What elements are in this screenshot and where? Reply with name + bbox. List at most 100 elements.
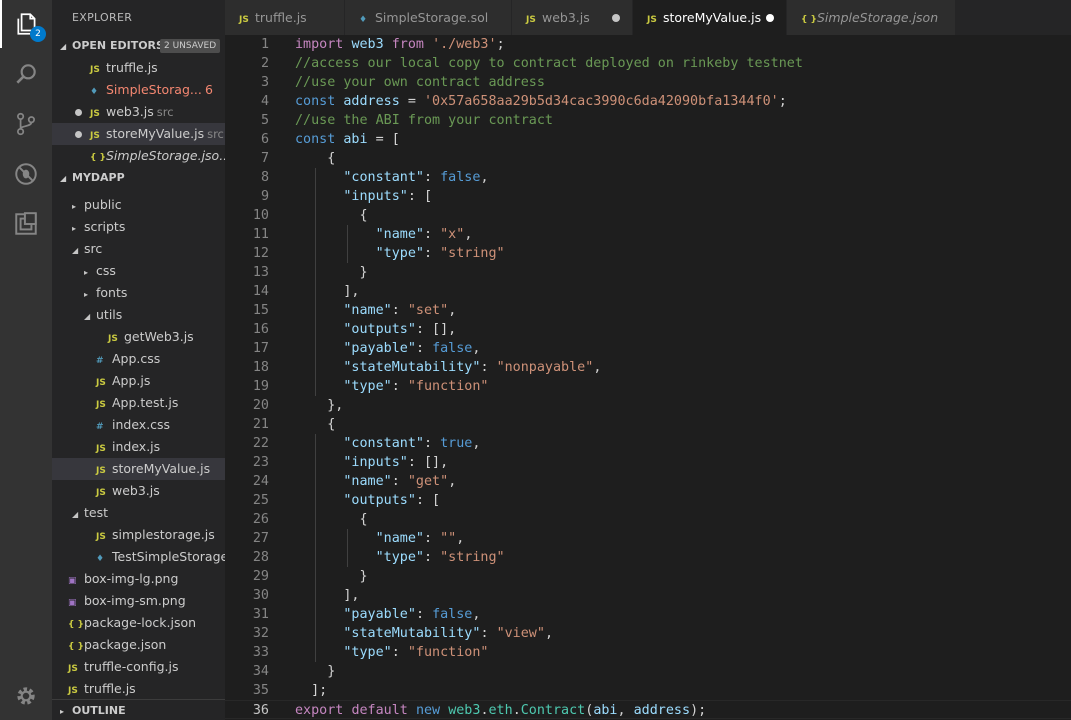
code-line[interactable]: 2 //access our local copy to contract dep… — [225, 54, 1071, 73]
code-line[interactable]: 24 "name": "get", — [225, 472, 1071, 491]
code-line[interactable]: 36 export default new web3.eth.Contract(a… — [225, 700, 1071, 719]
folder-item[interactable]: ▸ css — [52, 260, 225, 282]
file-item[interactable]: ▣ box-img-sm.png — [52, 590, 225, 612]
code-line[interactable]: 11 "name": "x", — [225, 225, 1071, 244]
code-line[interactable]: 34 } — [225, 662, 1071, 681]
files-icon[interactable]: 2 — [0, 0, 52, 48]
code-line[interactable]: 5 //use the ABI from your contract — [225, 111, 1071, 130]
code-line[interactable]: 16 "outputs": [], — [225, 320, 1071, 339]
tab-web3-js[interactable]: JS web3.js — [512, 0, 633, 35]
code-text: //use the ABI from your contract — [295, 111, 553, 130]
extensions-icon[interactable] — [0, 200, 52, 248]
code-token: "payable" — [343, 341, 416, 356]
code-line[interactable]: 26 { — [225, 510, 1071, 529]
tab-truffle-js[interactable]: JS truffle.js — [225, 0, 345, 35]
code-line[interactable]: 35 ]; — [225, 681, 1071, 700]
tab-storemyvalue-js[interactable]: JS storeMyValue.js — [633, 0, 787, 35]
settings-gear-icon[interactable] — [0, 672, 52, 720]
code-line[interactable]: 12 "type": "string" — [225, 244, 1071, 263]
open-editor-item[interactable]: JS storeMyValue.js src — [52, 123, 225, 145]
project-header[interactable]: ◢ MYDAPP — [52, 167, 225, 189]
file-item[interactable]: # App.css — [52, 348, 225, 370]
tab-simplestorage-sol[interactable]: ♦ SimpleStorage.sol — [345, 0, 512, 35]
code-line[interactable]: 32 "stateMutability": "view", — [225, 624, 1071, 643]
line-number: 12 — [252, 246, 269, 261]
debug-icon[interactable] — [0, 150, 52, 198]
code-line[interactable]: 19 "type": "function" — [225, 377, 1071, 396]
code-token: false — [440, 170, 481, 185]
file-item[interactable]: JS index.js — [52, 436, 225, 458]
code-line[interactable]: 25 "outputs": [ — [225, 491, 1071, 510]
chevron-down-icon: ◢ — [60, 42, 67, 51]
file-item[interactable]: ▣ box-img-lg.png — [52, 568, 225, 590]
code-line[interactable]: 14 ], — [225, 282, 1071, 301]
search-icon[interactable] — [0, 50, 52, 98]
file-item[interactable]: JS truffle-config.js — [52, 656, 225, 678]
tab-simplestorage-json[interactable]: { }SimpleStorage.json — [787, 0, 956, 35]
file-item[interactable]: JS simplestorage.js — [52, 524, 225, 546]
file-item[interactable]: { }package-lock.json — [52, 612, 225, 634]
file-item[interactable]: # index.css — [52, 414, 225, 436]
folder-item[interactable]: ◢ utils — [52, 304, 225, 326]
line-number: 9 — [260, 189, 269, 204]
code-line[interactable]: 18 "stateMutability": "nonpayable", — [225, 358, 1071, 377]
open-editor-item[interactable]: { }SimpleStorage.jso... — [52, 145, 225, 167]
code-token: default — [351, 703, 408, 718]
code-line[interactable]: 28 "type": "string" — [225, 548, 1071, 567]
code-line[interactable]: 23 "inputs": [], — [225, 453, 1071, 472]
code-token: . — [512, 703, 521, 718]
tree-item-label: box-img-lg.png — [84, 571, 179, 586]
code-token: "nonpayable" — [496, 360, 594, 375]
code-line[interactable]: 21 { — [225, 415, 1071, 434]
code-text: "name": "x", — [295, 225, 473, 244]
code-line[interactable]: 17 "payable": false, — [225, 339, 1071, 358]
code-token: //use your own contract address — [295, 75, 545, 90]
file-item[interactable]: { }package.json — [52, 634, 225, 656]
file-item[interactable]: JS storeMyValue.js — [52, 458, 225, 480]
file-item[interactable]: JS getWeb3.js — [52, 326, 225, 348]
outline-label: OUTLINE — [72, 704, 126, 717]
code-token: : [ — [407, 189, 433, 204]
open-editor-item[interactable]: JS web3.js src — [52, 101, 225, 123]
source-control-icon[interactable] — [0, 100, 52, 148]
outline-header[interactable]: ▸ OUTLINE — [52, 699, 225, 720]
code-text: "constant": true, — [295, 434, 480, 453]
code-line[interactable]: 7 { — [225, 149, 1071, 168]
open-editors-header[interactable]: ◢ OPEN EDITORS 2 UNSAVED — [52, 35, 225, 57]
js-file-icon: JS — [90, 131, 100, 141]
code-text: ]; — [295, 681, 327, 700]
folder-item[interactable]: ▸ fonts — [52, 282, 225, 304]
code-editor[interactable]: 1 import web3 from './web3'; 2 //access our… — [225, 35, 1071, 720]
folder-item[interactable]: ◢ test — [52, 502, 225, 524]
file-item[interactable]: JS web3.js — [52, 480, 225, 502]
file-item[interactable]: ♦ TestSimpleStorage.... — [52, 546, 225, 568]
code-line[interactable]: 8 "constant": false, — [225, 168, 1071, 187]
code-line[interactable]: 30 ], — [225, 586, 1071, 605]
folder-item[interactable]: ◢ src — [52, 238, 225, 260]
code-token: new — [415, 703, 441, 718]
code-line[interactable]: 20 }, — [225, 396, 1071, 415]
code-line[interactable]: 29 } — [225, 567, 1071, 586]
code-line[interactable]: 1 import web3 from './web3'; — [225, 35, 1071, 54]
code-line[interactable]: 9 "inputs": [ — [225, 187, 1071, 206]
code-token: , — [448, 474, 457, 489]
code-line[interactable]: 27 "name": "", — [225, 529, 1071, 548]
folder-item[interactable]: ▸ public — [52, 194, 225, 216]
code-line[interactable]: 15 "name": "set", — [225, 301, 1071, 320]
open-editor-item[interactable]: ♦ SimpleStorag... 6 — [52, 79, 225, 101]
code-line[interactable]: 22 "constant": true, — [225, 434, 1071, 453]
code-line[interactable]: 6 const abi = [ — [225, 130, 1071, 149]
code-line[interactable]: 10 { — [225, 206, 1071, 225]
code-line[interactable]: 3 //use your own contract address — [225, 73, 1071, 92]
code-token: : [], — [415, 322, 457, 337]
file-item[interactable]: JS App.test.js — [52, 392, 225, 414]
code-line[interactable]: 33 "type": "function" — [225, 643, 1071, 662]
code-line[interactable]: 13 } — [225, 263, 1071, 282]
file-item[interactable]: JS App.js — [52, 370, 225, 392]
open-editor-item[interactable]: JS truffle.js — [52, 57, 225, 79]
code-line[interactable]: 31 "payable": false, — [225, 605, 1071, 624]
file-item[interactable]: JS truffle.js — [52, 678, 225, 700]
code-line[interactable]: 4 const address = '0x57a658aa29b5d34cac39… — [225, 92, 1071, 111]
folder-item[interactable]: ▸ scripts — [52, 216, 225, 238]
code-token: './web3' — [432, 37, 497, 52]
